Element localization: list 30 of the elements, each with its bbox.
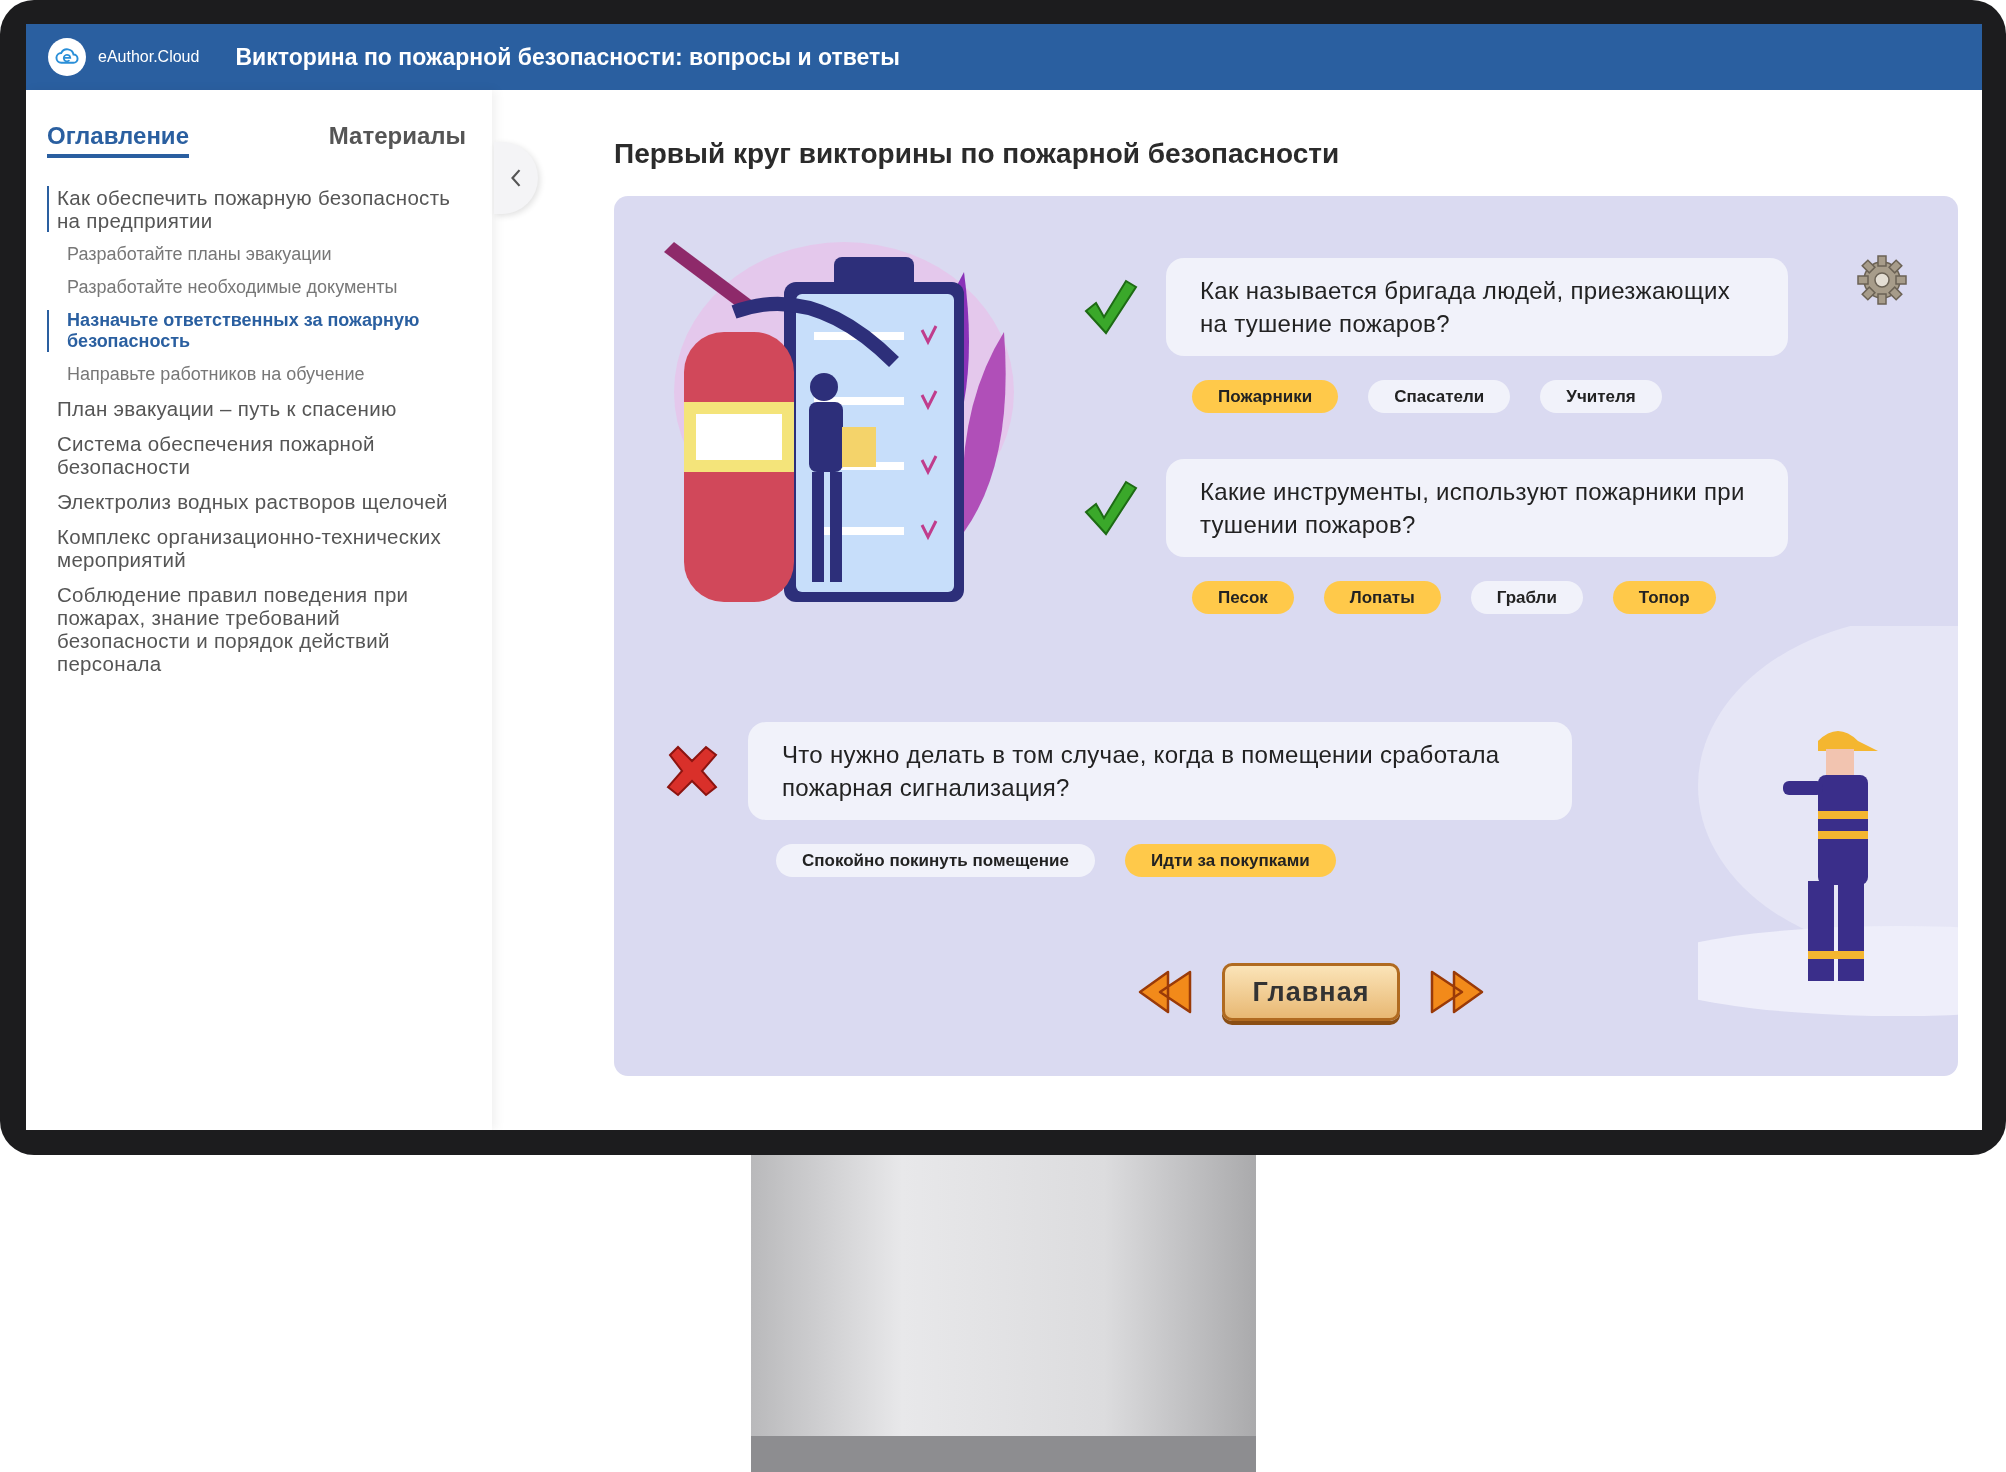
toc-item[interactable]: Электролиз водных растворов щелочей bbox=[47, 490, 466, 513]
answer-chip[interactable]: Спасатели bbox=[1368, 380, 1511, 413]
answer-chip[interactable]: Грабли bbox=[1470, 581, 1583, 614]
toc-item[interactable]: Комплекс организационно-технических мероприятий bbox=[47, 525, 466, 571]
toc-subitem[interactable]: Разработайте необходимые документы bbox=[47, 277, 466, 298]
gear-icon[interactable] bbox=[1854, 252, 1910, 308]
sidebar-tab[interactable]: Материалы bbox=[328, 122, 466, 158]
question-text: Какие инструменты, используют пожарники при тушении пожаров? bbox=[1166, 459, 1788, 557]
answer-chip[interactable]: Спокойно покинуть помещение bbox=[776, 844, 1095, 877]
course-title: Викторина по пожарной безопасности: вопросы и ответы bbox=[235, 43, 900, 71]
toc-item[interactable]: Система обеспечения пожарной безопасности bbox=[47, 432, 466, 478]
quiz-title: Первый круг викторины по пожарной безопасности bbox=[614, 138, 1341, 170]
cloud-logo-icon bbox=[48, 38, 86, 76]
answer-chip[interactable]: Песок bbox=[1192, 581, 1294, 614]
question-text: Что нужно делать в том случае, когда в помещении сработала пожарная сигнализация? bbox=[748, 722, 1572, 820]
answer-chip[interactable]: Пожарники bbox=[1192, 380, 1339, 413]
logo-text: eAuthor.Cloud bbox=[98, 48, 200, 66]
toc-subitem[interactable]: Разработайте планы эвакуации bbox=[47, 244, 466, 265]
question-text: Как называется бригада людей, приезжающих на тушение пожаров? bbox=[1166, 258, 1788, 356]
answer-chip[interactable]: Лопаты bbox=[1323, 581, 1441, 614]
chevron-left-icon bbox=[509, 167, 523, 189]
answer-chip[interactable]: Идти за покупками bbox=[1124, 844, 1336, 877]
toc-item[interactable]: План эвакуации – путь к спасению bbox=[47, 397, 466, 420]
toc-item[interactable]: Соблюдение правил поведения при пожарах, знание требований безопасности и порядок действий персонала bbox=[47, 583, 466, 675]
toc-item[interactable]: Как обеспечить пожарную безопасность на предприятии bbox=[47, 186, 466, 232]
toc-subitem[interactable]: Назначьте ответственных за пожарную безопасность bbox=[47, 310, 466, 352]
sidebar-tab[interactable]: Оглавление bbox=[47, 122, 189, 158]
answer-chip[interactable]: Учителя bbox=[1540, 380, 1662, 413]
answer-chip[interactable]: Топор bbox=[1612, 581, 1716, 614]
toc-subitem[interactable]: Направьте работников на обучение bbox=[47, 364, 466, 385]
